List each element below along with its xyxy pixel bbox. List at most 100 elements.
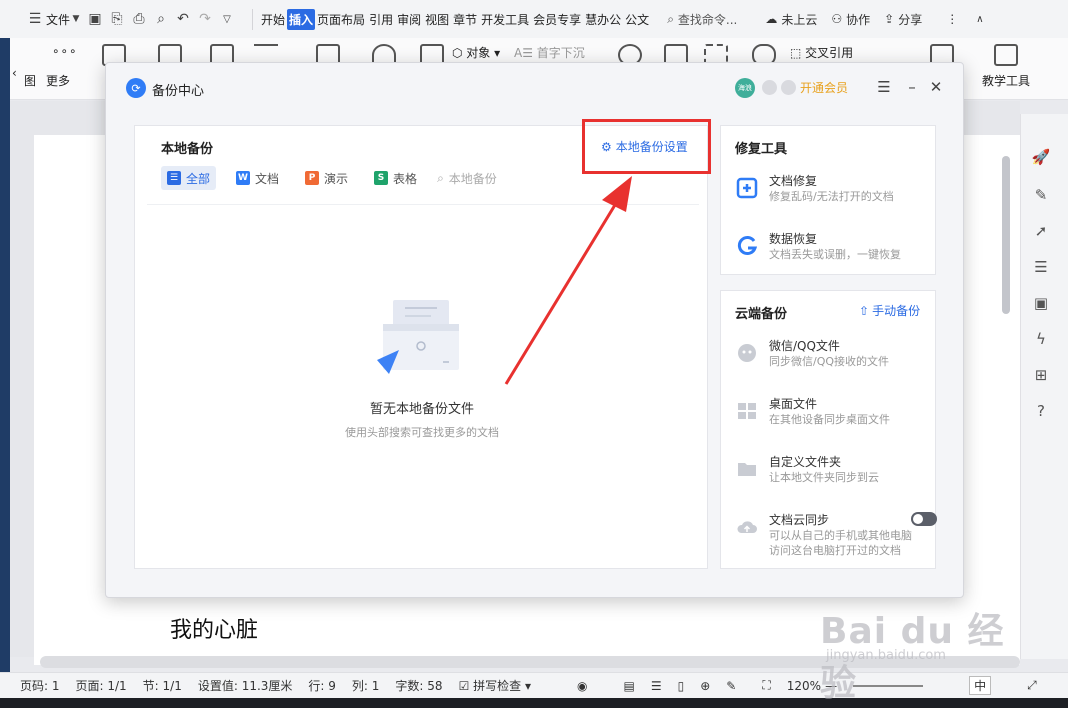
pen-icon[interactable]: ✎ (1030, 184, 1052, 206)
customize-icon[interactable]: ▽ (216, 7, 238, 31)
right-toolbar: 🚀 ✎ ➚ ☰ ▣ ϟ ⊞ ? (1020, 114, 1068, 659)
tab-developer[interactable]: 开发工具 (479, 9, 531, 30)
cloud-sync-toggle[interactable] (911, 512, 937, 526)
lightning-icon[interactable]: ϟ (1030, 328, 1052, 350)
status-row[interactable]: 行: 9 (308, 677, 336, 694)
file-menu[interactable]: ☰ 文件 ▼ (22, 7, 84, 31)
drop-cap-button[interactable]: A☰ 首字下沉 (514, 44, 585, 61)
object-icon: ⬡ (452, 46, 467, 60)
teaching-tools-icon[interactable] (994, 44, 1018, 66)
desktop-files-desc: 在其他设备同步桌面文件 (769, 413, 890, 426)
tab-references[interactable]: 引用 (367, 9, 395, 30)
expand-icon[interactable]: ⤢ (1027, 678, 1037, 693)
sliders-icon[interactable]: ☰ (1030, 256, 1052, 278)
close-icon[interactable]: ✕ (925, 76, 947, 98)
custom-folder-item[interactable]: 自定义文件夹 让本地文件夹同步到云 (735, 453, 931, 493)
page-view-icon[interactable]: ▤ (624, 679, 635, 693)
open-vip-link[interactable]: 开通会员 (800, 79, 848, 96)
web-view-icon[interactable]: ⊕ (700, 679, 710, 693)
more-icon[interactable]: ⋮ (946, 12, 958, 26)
tab-smart-office[interactable]: 慧办公 (583, 9, 623, 30)
cloud-backup-title: 云端备份 (735, 307, 788, 322)
tab-review[interactable]: 审阅 (395, 9, 423, 30)
avatar[interactable]: 海浪 (735, 78, 755, 98)
help-icon[interactable]: ? (1030, 400, 1052, 422)
document-text[interactable]: 我的心脏 (170, 612, 258, 644)
baidu-watermark: Bai du 经验 jingyan.baidu.com (820, 588, 1020, 704)
command-search[interactable]: ⌕ 查找命令... (667, 11, 737, 28)
menu-icon[interactable]: ☰ (873, 76, 895, 98)
annotation-highlight-box (582, 119, 711, 174)
doc-cloud-sync-item[interactable]: 文档云同步 可以从自己的手机或其他电脑 访问这台电脑打开过的文档 (735, 511, 937, 561)
share-button[interactable]: ⇪ 分享 (884, 11, 922, 28)
cursor-icon[interactable]: ➚ (1030, 220, 1052, 242)
wechat-qq-item[interactable]: 微信/QQ文件 同步微信/QQ接收的文件 (735, 337, 931, 377)
desktop-files-item[interactable]: 桌面文件 在其他设备同步桌面文件 (735, 395, 931, 435)
zoom-level[interactable]: 120% (787, 679, 821, 693)
status-word-count[interactable]: 字数: 58 (395, 677, 442, 694)
data-recovery-desc: 文档丢失或误删，一键恢复 (769, 248, 901, 261)
file-menu-label: 文件 (46, 12, 71, 27)
cross-reference-label: 交叉引用 (805, 46, 854, 60)
tab-official-doc[interactable]: 公文 (623, 9, 651, 30)
object-button[interactable]: ⬡ 对象 ▾ (452, 44, 500, 61)
tab-insert[interactable]: 插入 (287, 8, 316, 30)
cloud-status-button[interactable]: ☁ 未上云 (765, 11, 817, 28)
filter-slides[interactable]: P 演示 (299, 166, 354, 190)
outline-view-icon[interactable]: ☰ (651, 679, 662, 693)
reading-view-icon[interactable]: ▯ (678, 679, 685, 693)
window-edge (0, 0, 10, 708)
rocket-icon[interactable]: 🚀 (1030, 146, 1052, 168)
collab-button[interactable]: ⚇ 协作 (831, 11, 870, 28)
status-page-num[interactable]: 页码: 1 (20, 677, 60, 694)
redo-icon[interactable]: ↷ (194, 7, 216, 31)
member-badge-icon (762, 80, 777, 95)
teaching-tools-label[interactable]: 教学工具 (982, 72, 1030, 89)
cross-reference-button[interactable]: ⬚ 交叉引用 (790, 44, 853, 61)
status-section[interactable]: 节: 1/1 (143, 677, 182, 694)
export-icon[interactable]: ⎘ (106, 7, 128, 31)
local-backup-search-placeholder: 本地备份 (448, 171, 497, 186)
preview-icon[interactable]: ⌕ (150, 7, 172, 31)
spell-check-label: 拼写检查 (473, 679, 522, 693)
local-backup-title: 本地备份 (161, 142, 214, 157)
filter-sheets-label: 表格 (393, 171, 418, 186)
repair-tools-title: 修复工具 (735, 142, 788, 157)
undo-icon[interactable]: ↶ (172, 7, 194, 31)
data-recovery-item[interactable]: 数据恢复 文档丢失或误删，一键恢复 (735, 230, 931, 270)
book-icon[interactable]: ⊞ (1030, 364, 1052, 386)
tab-layout[interactable]: 页面布局 (315, 9, 367, 30)
minimize-icon[interactable]: – (901, 76, 923, 98)
filter-docs[interactable]: W 文档 (230, 166, 285, 190)
status-page-count[interactable]: 页面: 1/1 (76, 677, 127, 694)
eye-icon[interactable]: ◉ (577, 679, 587, 693)
wechat-qq-name: 微信/QQ文件 (769, 339, 840, 353)
collapse-icon[interactable]: ∧ (976, 14, 983, 25)
vertical-scrollbar-thumb[interactable] (1002, 156, 1010, 314)
pen-view-icon[interactable]: ✎ (726, 679, 736, 693)
tab-view[interactable]: 视图 (423, 9, 451, 30)
tab-home[interactable]: 开始 (259, 9, 287, 30)
local-backup-search[interactable]: ⌕ 本地备份 (437, 170, 497, 187)
image-settings-icon[interactable]: ▣ (1030, 292, 1052, 314)
collab-icon: ⚇ (831, 12, 843, 26)
tab-member[interactable]: 会员专享 (531, 9, 583, 30)
status-setting[interactable]: 设置值: 11.3厘米 (198, 677, 293, 694)
tab-chapter[interactable]: 章节 (451, 9, 479, 30)
manual-backup-button[interactable]: ⇧ 手动备份 (859, 302, 920, 319)
fit-icon[interactable]: ⛶ (762, 678, 770, 693)
ribbon-scroll-left-icon[interactable]: ‹ (12, 66, 17, 80)
more-dots-icon[interactable]: ∘∘∘ (52, 44, 78, 58)
doc-repair-item[interactable]: 文档修复 修复乱码/无法打开的文档 (735, 172, 931, 212)
more-button[interactable]: 更多 (46, 72, 70, 89)
print-icon[interactable]: ⎙ (128, 7, 150, 31)
ribbon-left-fragment: 图 (24, 74, 37, 88)
save-icon[interactable]: ▣ (84, 7, 106, 31)
desktop-files-name: 桌面文件 (769, 397, 818, 411)
filter-all[interactable]: ☰ 全部 (161, 166, 217, 190)
spell-check-button[interactable]: ☑ 拼写检查 ▾ (459, 677, 531, 694)
status-col[interactable]: 列: 1 (352, 677, 380, 694)
search-icon: ⌕ (437, 170, 444, 185)
filter-sheets[interactable]: S 表格 (368, 166, 423, 190)
folder-icon (735, 457, 759, 481)
